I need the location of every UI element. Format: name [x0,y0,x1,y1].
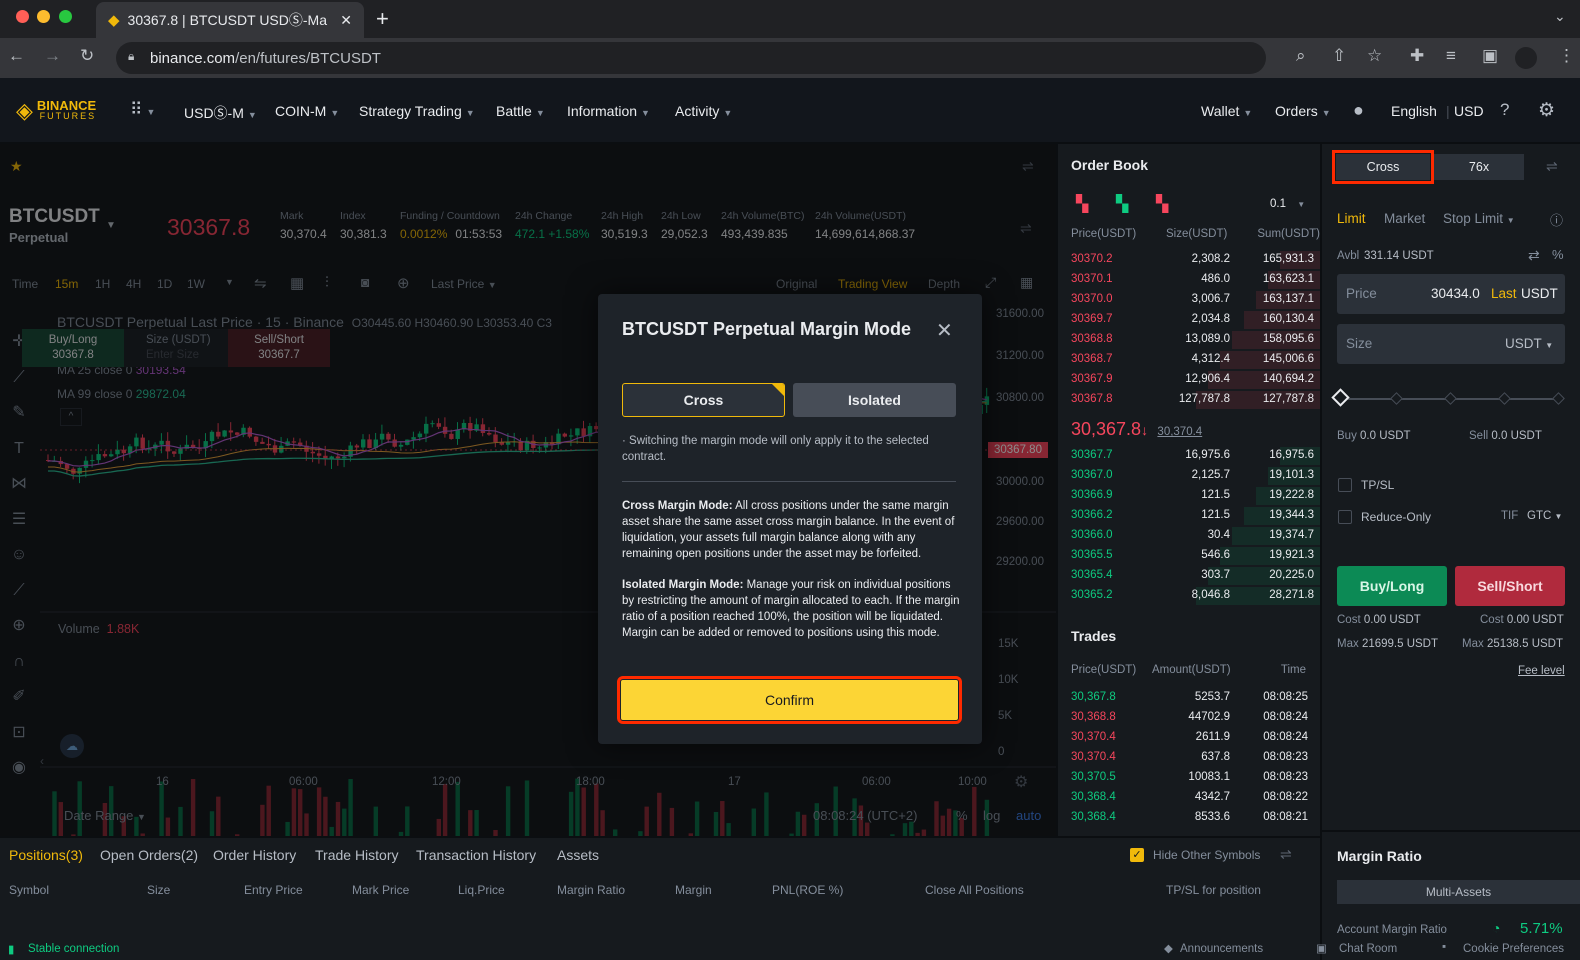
margin-mode-dialog: BTCUSDT Perpetual Margin Mode ✕ Cross Is… [598,294,982,744]
close-dialog-icon[interactable]: ✕ [936,318,953,343]
cross-option-button[interactable]: Cross [622,383,785,417]
isolated-description: Isolated Margin Mode: Manage your risk o… [622,577,960,641]
confirm-label: Confirm [764,692,814,708]
isolated-option-label: Isolated [848,392,901,408]
dialog-note: · Switching the margin mode will only ap… [622,435,929,463]
dialog-title: BTCUSDT Perpetual Margin Mode [622,319,912,339]
dialog-divider [622,481,956,482]
modal-overlay: BTCUSDT Perpetual Margin Mode ✕ Cross Is… [0,0,1580,960]
selected-corner-icon [772,384,784,396]
confirm-button[interactable]: Confirm [617,676,962,724]
isolated-description-title: Isolated Margin Mode: [622,579,744,591]
cross-option-label: Cross [683,392,724,408]
isolated-option-button[interactable]: Isolated [793,383,956,417]
cross-description-title: Cross Margin Mode: [622,500,733,512]
cross-description: Cross Margin Mode: All cross positions u… [622,498,960,562]
